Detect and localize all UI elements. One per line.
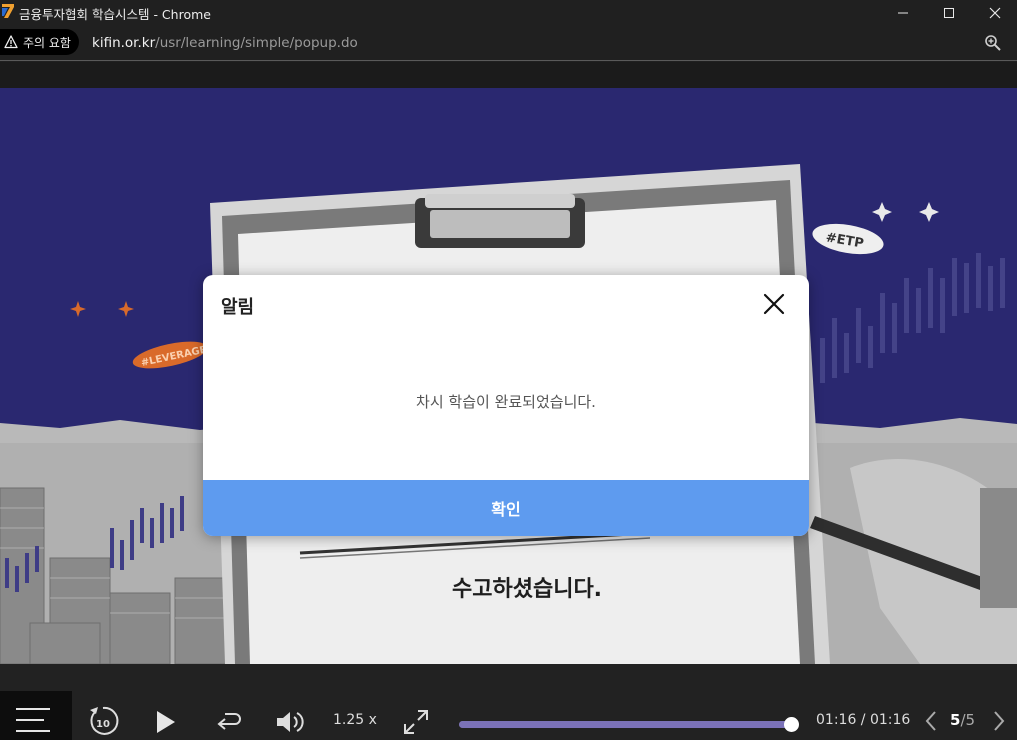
minimize-button[interactable] <box>880 0 926 25</box>
notice-dialog: 알림 차시 학습이 완료되었습니다. 확인 <box>203 275 809 536</box>
repeat-icon[interactable] <box>215 709 241 735</box>
current-time: 01:16 <box>816 712 857 728</box>
prev-page-icon[interactable] <box>924 710 938 732</box>
page-indicator: 5/5 <box>950 711 975 729</box>
security-indicator[interactable]: 주의 요함 <box>0 29 79 55</box>
url-path: /usr/learning/simple/popup.do <box>155 35 358 51</box>
maximize-button[interactable] <box>926 0 972 25</box>
volume-icon[interactable] <box>275 708 305 736</box>
playback-speed[interactable]: 1.25 x <box>333 712 377 728</box>
dialog-message: 차시 학습이 완료되었습니다. <box>416 393 596 411</box>
dialog-title: 알림 <box>221 297 255 318</box>
title-bar: 금융투자협회 학습시스템 - Chrome <box>0 0 1017 25</box>
time-separator: / <box>856 712 870 728</box>
slide-caption: 수고하셨습니다. <box>452 577 602 602</box>
menu-icon <box>16 708 50 732</box>
zoom-icon[interactable] <box>984 34 1002 52</box>
fullscreen-icon[interactable] <box>402 708 430 736</box>
total-time: 01:16 <box>869 712 911 728</box>
player-controls: 10 1.25 x 01:16 / 01:16 5/5 <box>0 664 1017 740</box>
app-logo-icon <box>2 4 14 18</box>
address-bar: 주의 요함 kifin.or.kr/usr/learning/simple/po… <box>0 25 1017 61</box>
progress-fill <box>459 721 797 728</box>
page-total: 5 <box>965 711 976 729</box>
progress-handle[interactable] <box>784 717 799 732</box>
warning-icon <box>4 35 18 49</box>
security-label: 주의 요함 <box>23 35 71 50</box>
close-window-button[interactable] <box>972 0 1017 25</box>
play-icon[interactable] <box>155 709 177 735</box>
url-field[interactable]: kifin.or.kr/usr/learning/simple/popup.do <box>92 35 358 51</box>
url-host: kifin.or.kr <box>92 35 156 51</box>
progress-bar[interactable] <box>459 717 799 732</box>
maximize-icon <box>944 7 954 18</box>
player-top-gap <box>0 62 1017 88</box>
page-current: 5 <box>950 711 961 729</box>
window-title: 금융투자협회 학습시스템 - Chrome <box>19 7 211 22</box>
chrome-window: 금융투자협회 학습시스템 - Chrome 주의 요함 kifin.or.kr/… <box>0 0 1017 740</box>
next-page-icon[interactable] <box>992 710 1006 732</box>
rewind-10-icon[interactable]: 10 <box>86 704 120 738</box>
time-display: 01:16 / 01:16 <box>816 712 910 728</box>
confirm-button[interactable]: 확인 <box>203 480 809 536</box>
svg-text:10: 10 <box>96 719 110 730</box>
minimize-icon <box>898 12 908 13</box>
close-icon[interactable] <box>761 291 787 317</box>
menu-button[interactable] <box>0 691 72 740</box>
close-icon <box>989 7 1001 18</box>
